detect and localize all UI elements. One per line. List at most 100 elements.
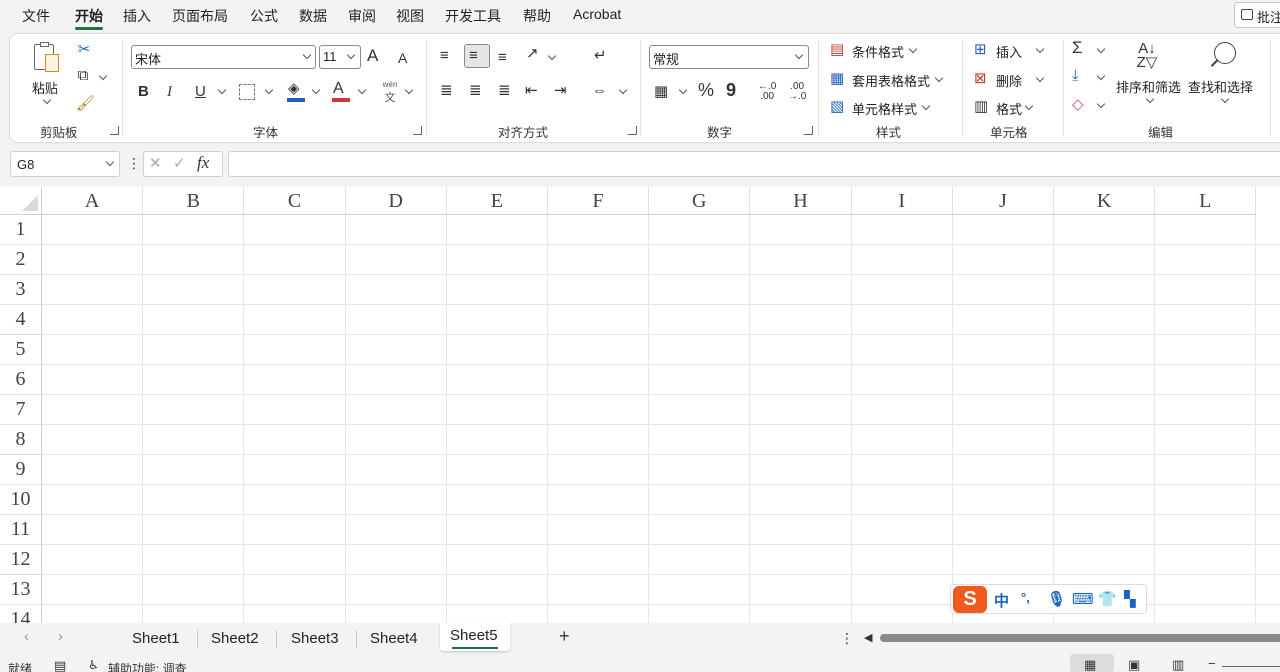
format-cells-button[interactable]: ▥ 格式: [974, 97, 1044, 119]
copy-icon[interactable]: ⧉: [74, 68, 92, 84]
clipboard-launcher-icon[interactable]: [110, 126, 119, 135]
fill-color-chevron-icon[interactable]: [311, 85, 321, 95]
row-header-2[interactable]: 2: [0, 245, 42, 275]
number-format-select[interactable]: 常规: [649, 45, 809, 69]
menu-acrobat[interactable]: Acrobat: [573, 6, 621, 22]
row-header-1[interactable]: 1: [0, 215, 42, 245]
column-header-h[interactable]: H: [750, 187, 852, 215]
font-color-icon[interactable]: A: [333, 81, 344, 97]
menu-page-layout[interactable]: 页面布局: [172, 6, 228, 26]
zoom-slider[interactable]: [1222, 666, 1280, 667]
underline-chevron-icon[interactable]: [217, 85, 227, 95]
accessibility-status[interactable]: 辅助功能: 调查: [108, 660, 187, 672]
merge-chevron-icon[interactable]: [618, 85, 628, 95]
clear-chevron-icon[interactable]: [1096, 99, 1106, 109]
row-header-3[interactable]: 3: [0, 275, 42, 305]
more-options-icon[interactable]: ⋮: [127, 155, 141, 171]
align-center-icon[interactable]: ≣: [469, 83, 482, 99]
cut-icon[interactable]: ✂: [76, 42, 92, 58]
insert-function-button[interactable]: fx: [197, 154, 209, 171]
ime-mode-toggle[interactable]: 中: [994, 590, 1009, 611]
keyboard-icon[interactable]: ⌨: [1072, 590, 1094, 608]
formula-input[interactable]: [228, 151, 1280, 177]
orientation-icon[interactable]: ↗: [526, 46, 539, 62]
sogou-logo-icon[interactable]: S: [953, 586, 987, 613]
autosum-chevron-icon[interactable]: [1096, 44, 1106, 54]
underline-button[interactable]: U: [195, 84, 206, 100]
zoom-out-icon[interactable]: −: [1208, 656, 1216, 671]
microphone-icon[interactable]: 🎙: [1047, 590, 1066, 608]
menu-developer[interactable]: 开发工具: [445, 6, 501, 26]
paste-chevron-icon[interactable]: [42, 95, 52, 105]
row-header-5[interactable]: 5: [0, 335, 42, 365]
page-break-view-icon[interactable]: ▥: [1172, 657, 1184, 672]
row-header-13[interactable]: 13: [0, 575, 42, 605]
bold-button[interactable]: B: [138, 84, 149, 100]
column-header-d[interactable]: D: [345, 187, 447, 215]
row-header-7[interactable]: 7: [0, 395, 42, 425]
conditional-formatting-button[interactable]: ▤ 条件格式: [830, 40, 945, 62]
sort-filter-button[interactable]: A↓ Z▽ 排序和筛选: [1114, 40, 1186, 112]
scroll-left-icon[interactable]: ◀: [864, 630, 872, 646]
currency-icon[interactable]: ▦: [654, 84, 668, 100]
decrease-indent-icon[interactable]: ⇤: [525, 83, 538, 99]
tab-options-icon[interactable]: ⋮: [840, 630, 854, 646]
currency-chevron-icon[interactable]: [678, 85, 688, 95]
column-header-k[interactable]: K: [1054, 187, 1156, 215]
decrease-decimal-icon[interactable]: .00 →.0: [788, 82, 806, 102]
row-header-9[interactable]: 9: [0, 455, 42, 485]
phonetic-guide-icon[interactable]: wén 文: [380, 80, 400, 104]
align-left-icon[interactable]: ≣: [440, 83, 453, 99]
clear-icon[interactable]: ◇: [1072, 97, 1084, 113]
column-header-b[interactable]: B: [143, 187, 245, 215]
row-header-11[interactable]: 11: [0, 515, 42, 545]
spreadsheet-grid[interactable]: ABCDEFGHIJKL 1 2 3 4 5 6 7 8 9 10 11 12 13 14: [0, 187, 1280, 623]
delete-cells-button[interactable]: ⊠ 删除: [974, 69, 1058, 91]
font-size-select[interactable]: 11: [319, 45, 361, 69]
align-bottom-icon[interactable]: ≡: [498, 50, 507, 66]
sheet-tab-3[interactable]: Sheet3: [291, 630, 339, 647]
menu-insert[interactable]: 插入: [123, 6, 151, 26]
find-select-button[interactable]: 查找和选择: [1188, 40, 1262, 112]
ime-punctuation-toggle[interactable]: °,: [1021, 590, 1030, 605]
normal-view-button[interactable]: ▦: [1070, 654, 1114, 672]
column-header-l[interactable]: L: [1155, 187, 1257, 215]
autosum-icon[interactable]: Σ: [1072, 39, 1083, 56]
font-color-chevron-icon[interactable]: [357, 85, 367, 95]
increase-indent-icon[interactable]: ⇥: [554, 83, 567, 99]
fill-color-icon[interactable]: ◈: [288, 81, 300, 97]
paste-button[interactable]: [32, 42, 62, 74]
insert-cells-button[interactable]: ⊞ 插入: [974, 40, 1058, 62]
comments-button[interactable]: 批注: [1234, 2, 1280, 28]
borders-icon[interactable]: [239, 84, 255, 100]
menu-data[interactable]: 数据: [299, 6, 327, 26]
menu-review[interactable]: 审阅: [348, 6, 376, 26]
merge-center-icon[interactable]: ⇔: [592, 83, 607, 99]
number-launcher-icon[interactable]: [804, 126, 813, 135]
toolbox-icon[interactable]: ▚: [1124, 590, 1136, 608]
percent-icon[interactable]: %: [698, 81, 714, 99]
fill-chevron-icon[interactable]: [1096, 71, 1106, 81]
prev-sheet-icon[interactable]: ‹: [24, 629, 29, 645]
sheet-tab-5[interactable]: Sheet5: [450, 627, 498, 644]
name-box[interactable]: G8: [10, 151, 120, 177]
comma-style-icon[interactable]: 9: [726, 81, 736, 99]
horizontal-scrollbar[interactable]: [880, 634, 1280, 642]
skin-icon[interactable]: 👕: [1098, 590, 1117, 608]
column-header-f[interactable]: F: [548, 187, 650, 215]
column-header-j[interactable]: J: [952, 187, 1054, 215]
align-top-icon[interactable]: ≡: [440, 48, 449, 64]
fill-icon[interactable]: ⤓: [1072, 68, 1079, 84]
column-header-a[interactable]: A: [42, 187, 144, 215]
row-header-6[interactable]: 6: [0, 365, 42, 395]
shrink-font-icon[interactable]: A: [398, 50, 407, 66]
wrap-text-icon[interactable]: ↵: [594, 48, 607, 64]
copy-chevron-icon[interactable]: [98, 71, 108, 81]
menu-help[interactable]: 帮助: [523, 6, 551, 26]
sheet-tab-1[interactable]: Sheet1: [132, 630, 180, 647]
row-header-12[interactable]: 12: [0, 545, 42, 575]
row-header-4[interactable]: 4: [0, 305, 42, 335]
next-sheet-icon[interactable]: ›: [58, 629, 63, 645]
enter-icon[interactable]: ✓: [173, 156, 186, 172]
sheet-tab-2[interactable]: Sheet2: [211, 630, 259, 647]
